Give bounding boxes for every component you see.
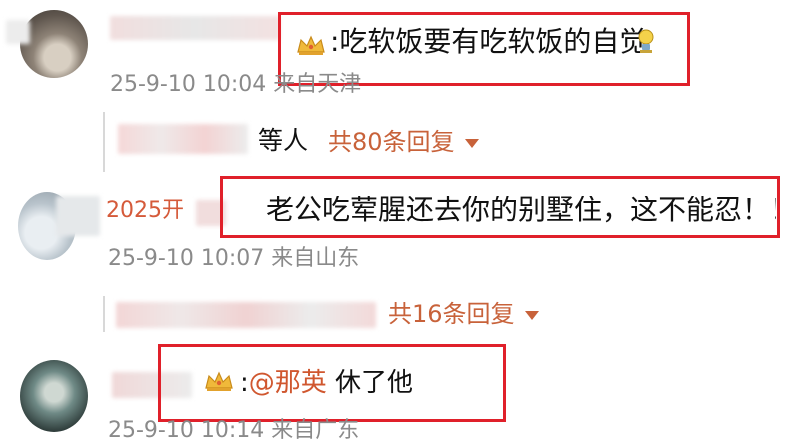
replier-suffix: 等人 <box>258 126 309 155</box>
divider <box>103 296 105 332</box>
chevron-down-icon <box>464 138 479 148</box>
comment-text: :@那英 休了他 <box>240 370 413 396</box>
divider <box>103 112 105 172</box>
crown-badge-icon <box>297 35 325 55</box>
avatar[interactable] <box>20 360 88 432</box>
comment-text-suffix: 休了他 <box>326 368 414 398</box>
comment-thread: :吃软饭要有吃软饭的自觉 25-9-10 10:04 来自天津 等人 共80条回… <box>0 0 800 448</box>
chevron-down-icon <box>524 310 539 320</box>
emoji-icon <box>638 29 654 53</box>
avatar[interactable] <box>20 10 88 78</box>
reply-count-link[interactable]: 共80条回复 <box>328 130 479 154</box>
blurred-username <box>110 16 280 40</box>
blurred-replier-avatars <box>118 124 248 154</box>
comment-text: :吃软饭要有吃软饭的自觉 <box>330 25 648 58</box>
reply-count-label: 共16条回复 <box>388 300 515 328</box>
blurred-avatar-edge <box>56 196 100 236</box>
crown-badge-icon <box>205 371 233 391</box>
comment-text-prefix: : <box>240 368 249 398</box>
comment-meta: 25-9-10 10:14 来自广东 <box>108 418 360 443</box>
comment-meta: 25-9-10 10:07 来自山东 <box>108 246 360 271</box>
mention-link[interactable]: @那英 <box>249 368 327 398</box>
comment-meta: 25-9-10 10:04 来自天津 <box>110 72 362 97</box>
comment-text: 老公吃荤腥还去你的别墅住，这不能忍！！！！ <box>266 196 776 224</box>
reply-count-link[interactable]: 共16条回复 <box>388 302 539 326</box>
blurred-replier-avatars <box>116 302 376 328</box>
reply-count-label: 共80条回复 <box>328 128 455 156</box>
comment-username[interactable]: 2025开 <box>106 200 184 222</box>
blurred-username <box>6 20 30 44</box>
